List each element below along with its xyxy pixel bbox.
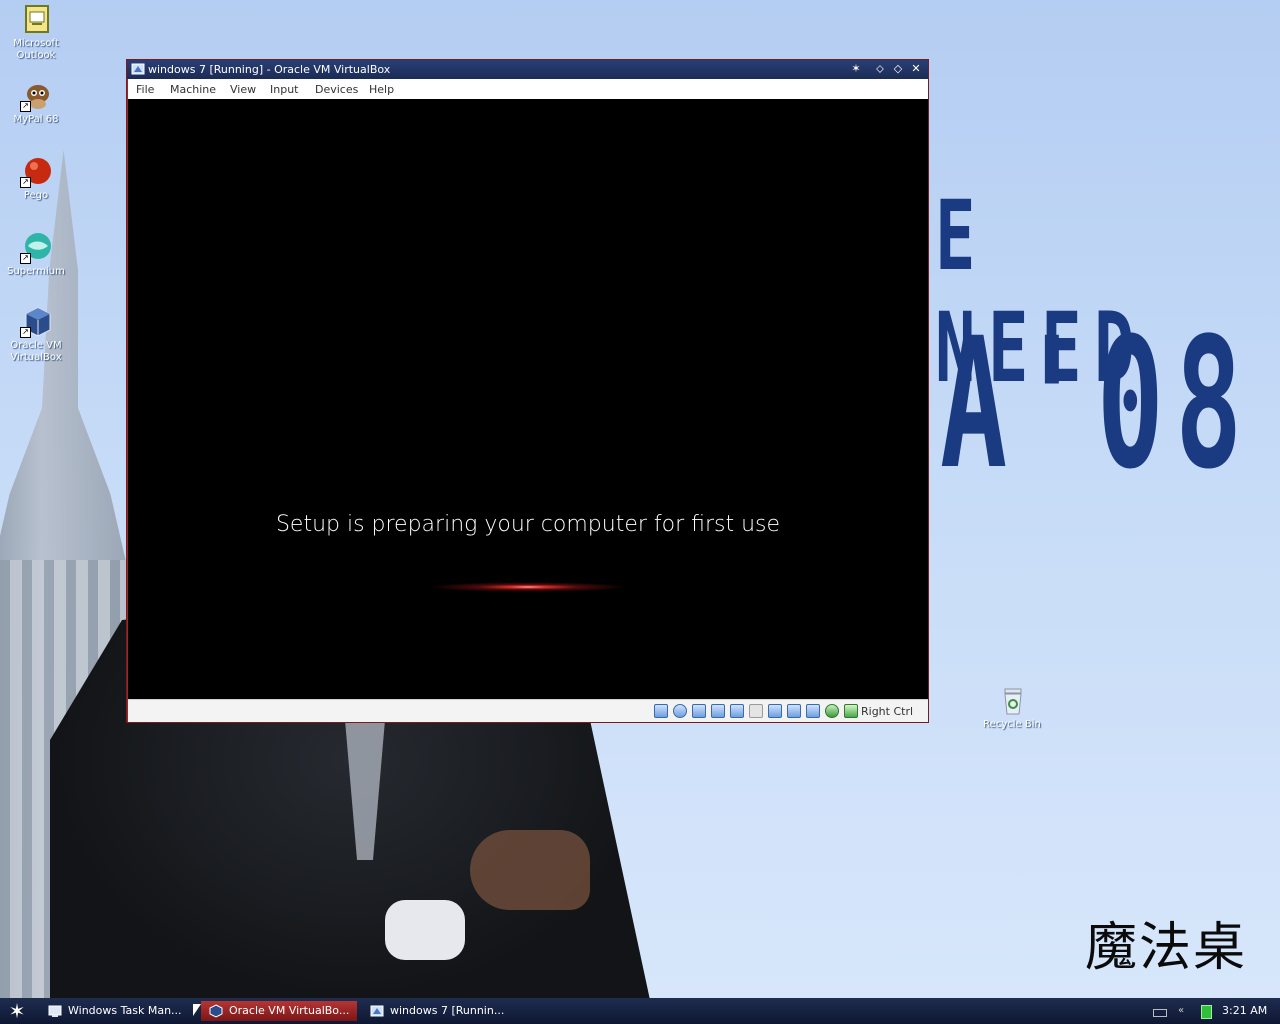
shortcut-arrow-icon: ↗ (20, 101, 31, 112)
mouse-cursor (193, 1004, 201, 1016)
shortcut-arrow-icon: ↗ (20, 177, 31, 188)
desktop-icon-recycle-bin[interactable]: Recycle Bin (977, 685, 1047, 731)
hand (470, 830, 590, 910)
display-icon[interactable] (768, 704, 782, 718)
menu-devices[interactable]: Devices (315, 83, 358, 96)
taskbar: ✶ Windows Task Man... Oracle VM VirtualB… (0, 998, 1280, 1024)
window-titlebar[interactable]: windows 7 [Running] - Oracle VM VirtualB… (127, 60, 928, 79)
start-button[interactable]: ✶ (5, 1000, 29, 1022)
usb-icon[interactable] (730, 704, 744, 718)
recycle-bin-icon (996, 685, 1028, 717)
menu-file[interactable]: File (136, 83, 154, 96)
desktop-icon-label: Outlook (16, 50, 56, 61)
desktop-icon-label: Recycle Bin (983, 719, 1041, 730)
host-key-label: Right Ctrl (861, 705, 914, 718)
taskbar-clock[interactable]: 3:21 AM (1222, 1004, 1267, 1017)
desktop-icon-label: MyPal 68 (13, 114, 59, 125)
video-capture-icon[interactable] (787, 704, 801, 718)
task-manager-icon (48, 1004, 62, 1018)
network-icon[interactable] (711, 704, 725, 718)
shirt-cuff (385, 900, 465, 960)
taskbar-item-task-manager[interactable]: Windows Task Man... (40, 1001, 198, 1021)
window-title: windows 7 [Running] - Oracle VM VirtualB… (148, 63, 391, 76)
chevron-icon[interactable]: « (1178, 1005, 1190, 1017)
close-icon[interactable]: ✕ (909, 62, 923, 76)
setup-message: Setup is preparing your computer for fir… (275, 512, 781, 537)
desktop-icon-mypal[interactable]: ↗ MyPal 68 (1, 80, 71, 126)
desktop-icon-label: VirtualBox (10, 352, 62, 363)
virtualbox-icon (209, 1004, 223, 1018)
shortcut-arrow-icon: ↗ (20, 253, 31, 264)
menu-view[interactable]: View (230, 83, 256, 96)
menu-machine[interactable]: Machine (170, 83, 216, 96)
vm-window-icon (370, 1004, 384, 1018)
taskbar-item-vm-window[interactable]: windows 7 [Runnin... (362, 1001, 518, 1021)
virtualbox-icon: ↗ (20, 306, 52, 338)
desktop-icon-label: Microsoft (13, 38, 59, 49)
shared-folders-icon[interactable] (749, 704, 763, 718)
star-icon: ✶ (8, 999, 26, 1023)
menu-input[interactable]: Input (270, 83, 298, 96)
vm-window-icon (131, 62, 145, 76)
taskbar-item-virtualbox[interactable]: Oracle VM VirtualBo... (201, 1001, 357, 1021)
taskbar-item-label: windows 7 [Runnin... (390, 1004, 505, 1017)
optical-drive-icon[interactable] (673, 704, 687, 718)
pin-icon[interactable]: ✶ (849, 62, 863, 76)
minimize-icon[interactable]: ⬦ (873, 62, 887, 76)
desktop-icon-pego[interactable]: ↗ Pego (1, 156, 71, 202)
vm-status-bar: Right Ctrl (128, 699, 928, 722)
keyboard-layout-icon[interactable] (1153, 1009, 1167, 1017)
shortcut-arrow-icon: ↗ (20, 327, 31, 338)
virtualization-icon[interactable] (806, 704, 820, 718)
desktop-icon-supermium[interactable]: ↗ Supermium (1, 232, 71, 278)
battery-icon[interactable] (1201, 1005, 1212, 1019)
progress-glow (428, 582, 628, 592)
menu-help[interactable]: Help (369, 83, 394, 96)
desktop-icon-outlook[interactable]: Microsoft Outlook (1, 4, 71, 62)
virtualbox-vm-window[interactable]: windows 7 [Running] - Oracle VM VirtualB… (126, 59, 929, 723)
desktop-icon-virtualbox[interactable]: ↗ Oracle VM VirtualBox (1, 306, 71, 364)
taskbar-item-label: Windows Task Man... (68, 1004, 182, 1017)
desktop-icon-label: Oracle VM (10, 340, 62, 351)
keyboard-icon[interactable] (844, 704, 858, 718)
desktop-icon-label: Supermium (7, 266, 65, 277)
wallpaper-text-line2: A'08 (940, 300, 1254, 509)
guest-display[interactable]: Setup is preparing your computer for fir… (128, 99, 928, 699)
pego-icon: ↗ (20, 156, 52, 188)
audio-icon[interactable] (692, 704, 706, 718)
menu-bar: File Machine View Input Devices Help (128, 79, 928, 99)
outlook-icon (20, 4, 52, 36)
mouse-integration-icon[interactable] (825, 704, 839, 718)
taskbar-item-label: Oracle VM VirtualBo... (229, 1004, 350, 1017)
hard-disk-icon[interactable] (654, 704, 668, 718)
supermium-icon: ↗ (20, 232, 52, 264)
mypal-icon: ↗ (20, 80, 52, 112)
desktop-icon-label: Pego (23, 190, 49, 201)
maximize-icon[interactable]: ◇ (891, 62, 905, 76)
